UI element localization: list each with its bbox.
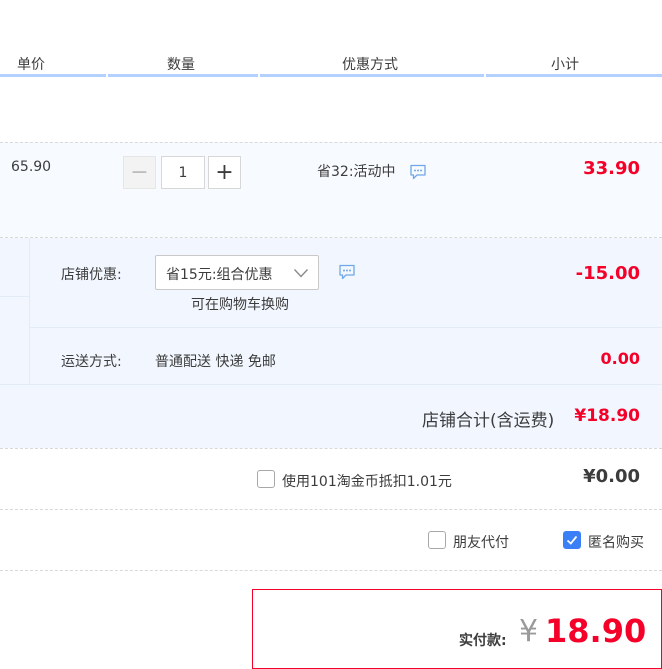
divider bbox=[0, 296, 29, 297]
chevron-down-icon bbox=[293, 269, 309, 278]
total-currency: ¥ bbox=[519, 614, 539, 649]
divider bbox=[0, 142, 662, 143]
shop-discount-select[interactable]: 省15元:组合优惠 bbox=[155, 255, 319, 290]
total-value: 18.90 bbox=[545, 612, 647, 650]
header-discount: 优惠方式 bbox=[342, 57, 398, 73]
header-unit-price: 单价 bbox=[17, 57, 45, 73]
quantity-input[interactable] bbox=[161, 156, 205, 189]
anonymous-checkbox[interactable] bbox=[563, 531, 581, 549]
item-promo-text: 省32:活动中 bbox=[317, 164, 396, 180]
divider bbox=[0, 448, 662, 449]
shop-discount-label: 店铺优惠: bbox=[61, 267, 122, 283]
friend-pay-label: 朋友代付 bbox=[453, 535, 509, 551]
quantity-decrease-button[interactable]: − bbox=[123, 156, 156, 189]
total-label: 实付款: bbox=[459, 633, 507, 649]
shipping-label: 运送方式: bbox=[61, 354, 122, 370]
anonymous-label: 匿名购买 bbox=[588, 535, 644, 551]
header-quantity: 数量 bbox=[167, 57, 195, 73]
check-icon bbox=[566, 535, 578, 545]
shop-total-label: 店铺合计(含运费) bbox=[422, 411, 555, 431]
coins-checkbox[interactable] bbox=[257, 470, 275, 488]
chat-bubble-icon[interactable] bbox=[338, 264, 356, 280]
shop-discount-amount: -15.00 bbox=[575, 263, 640, 284]
shop-total-value: ¥18.90 bbox=[574, 406, 640, 426]
header-underline bbox=[108, 74, 258, 77]
header-underline bbox=[260, 74, 484, 77]
item-subtotal: 33.90 bbox=[583, 158, 640, 179]
header-subtotal: 小计 bbox=[551, 57, 579, 73]
swap-link[interactable]: 可在购物车换购 bbox=[191, 294, 289, 314]
coins-label: 使用101淘金币抵扣1.01元 bbox=[282, 474, 452, 490]
total-payment-box: 实付款: ¥ 18.90 bbox=[252, 589, 662, 669]
item-unit-price: 65.90 bbox=[11, 159, 52, 175]
friend-pay-checkbox[interactable] bbox=[428, 531, 446, 549]
quantity-increase-button[interactable]: + bbox=[208, 156, 241, 189]
divider bbox=[30, 327, 662, 328]
divider bbox=[0, 570, 662, 571]
header-underline bbox=[0, 74, 106, 77]
divider bbox=[29, 238, 30, 384]
divider bbox=[0, 384, 662, 385]
coins-amount: ¥0.00 bbox=[583, 466, 640, 487]
header-underline bbox=[486, 74, 662, 77]
shipping-value: 普通配送 快递 免邮 bbox=[155, 354, 276, 370]
divider bbox=[0, 509, 662, 510]
shop-discount-selected: 省15元:组合优惠 bbox=[166, 267, 273, 283]
item-row bbox=[0, 142, 662, 237]
chat-bubble-icon[interactable] bbox=[409, 164, 427, 180]
shipping-amount: 0.00 bbox=[600, 349, 640, 368]
